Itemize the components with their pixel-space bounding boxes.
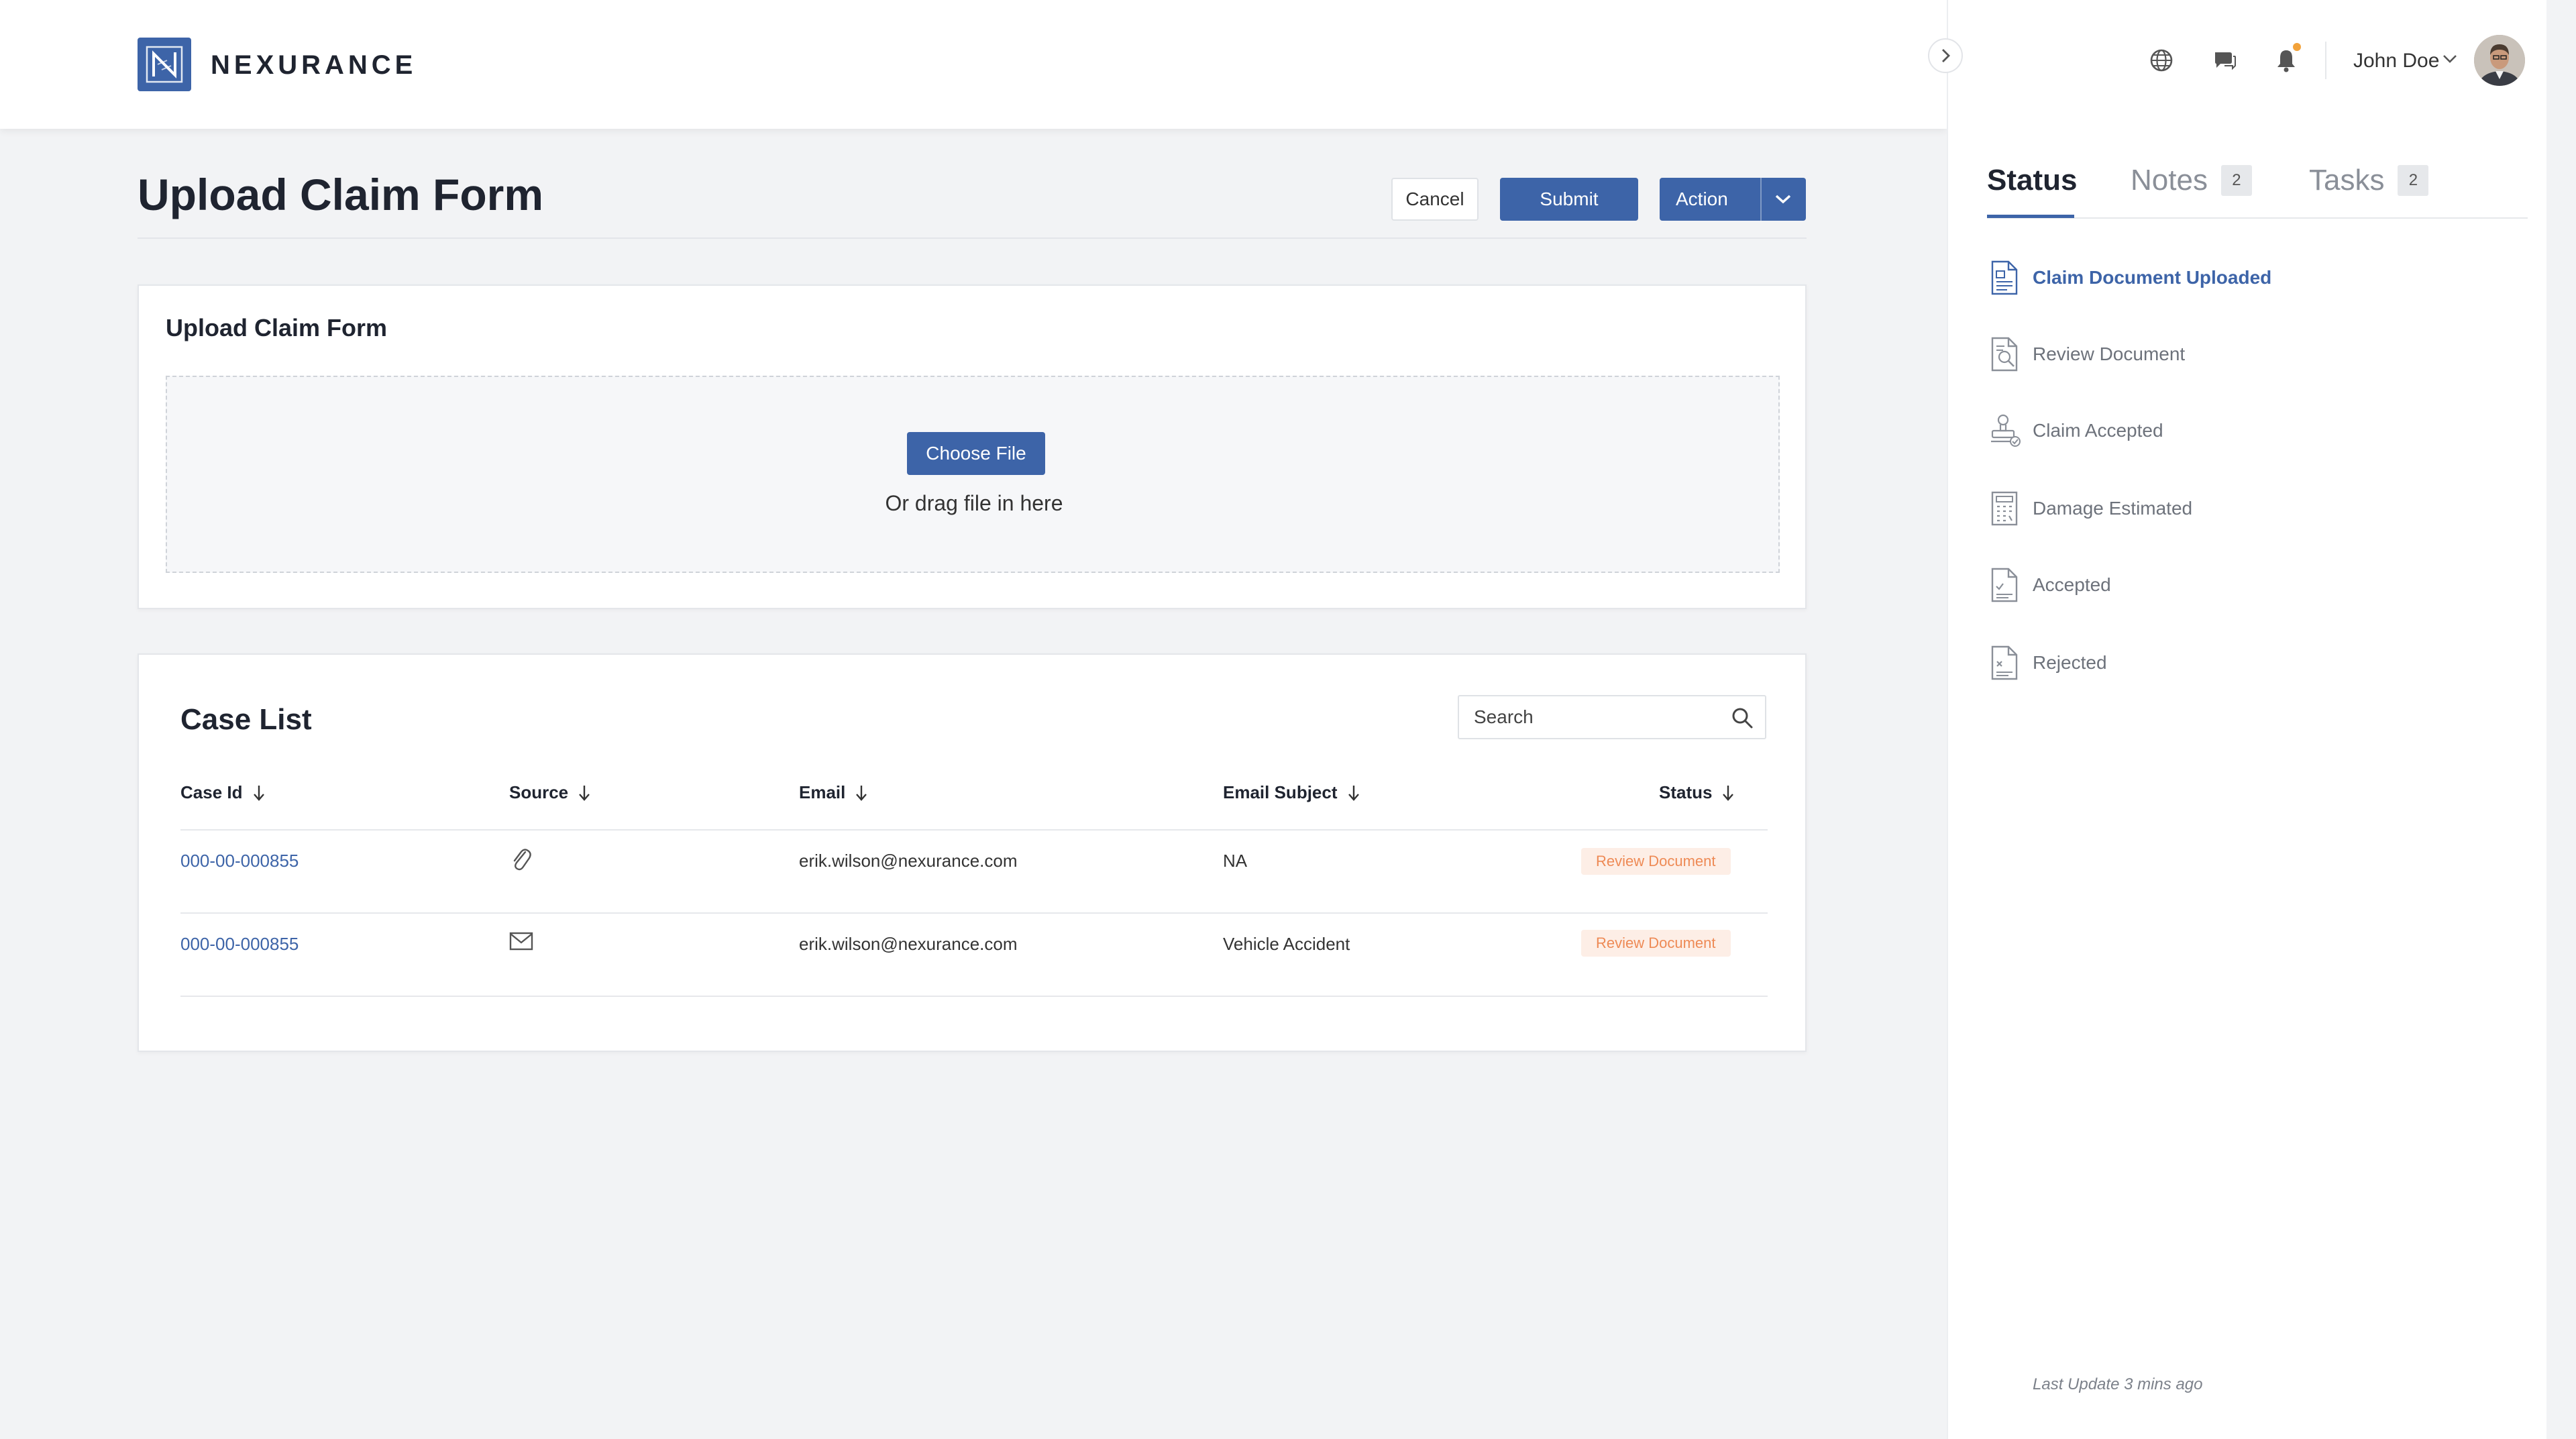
- status-item-claim-accepted[interactable]: Claim Accepted: [1987, 411, 2163, 451]
- table-header-divider: [180, 829, 1768, 831]
- sort-arrow-icon[interactable]: [252, 784, 266, 802]
- sort-arrow-icon[interactable]: [1721, 784, 1735, 802]
- document-review-icon: [1991, 337, 2018, 372]
- status-badge: Review Document: [1581, 848, 1731, 875]
- document-x-icon: [1991, 645, 2018, 680]
- column-header-email-subject[interactable]: Email Subject: [1223, 782, 1360, 803]
- chat-icon[interactable]: [2211, 47, 2238, 74]
- action-button[interactable]: Action: [1660, 178, 1806, 221]
- active-tab-indicator: [1987, 215, 2074, 218]
- calculator-icon: [1991, 491, 2018, 526]
- sort-arrow-icon[interactable]: [1347, 784, 1360, 802]
- user-name[interactable]: John Doe: [2353, 50, 2439, 72]
- stamp-icon: [1991, 414, 2021, 447]
- subject-cell: Vehicle Accident: [1223, 934, 1350, 954]
- last-update-text: Last Update 3 mins ago: [2033, 1375, 2203, 1393]
- status-item-damage-estimated[interactable]: Damage Estimated: [1987, 488, 2192, 529]
- top-bar: NEXURANCE: [0, 0, 1947, 129]
- notification-dot: [2293, 43, 2301, 51]
- document-upload-icon: [1991, 260, 2018, 295]
- drag-hint: Or drag file in here: [885, 491, 1063, 515]
- action-button-label: Action: [1676, 189, 1728, 209]
- status-badge: Review Document: [1581, 930, 1731, 957]
- chevron-down-icon[interactable]: [2442, 54, 2458, 64]
- globe-icon[interactable]: [2148, 47, 2175, 74]
- avatar[interactable]: [2474, 35, 2525, 86]
- case-id-link[interactable]: 000-00-000855: [180, 934, 299, 955]
- sort-arrow-icon[interactable]: [578, 784, 591, 802]
- envelope-icon: [509, 931, 533, 956]
- chevron-right-icon: [1942, 49, 1950, 62]
- subject-cell: NA: [1223, 851, 1248, 871]
- tab-status[interactable]: Status: [1987, 164, 2077, 197]
- row-divider: [180, 996, 1768, 997]
- search-input[interactable]: [1459, 696, 1727, 738]
- sort-arrow-icon[interactable]: [855, 784, 868, 802]
- collapse-panel-button[interactable]: [1928, 38, 1963, 73]
- tasks-count-badge: 2: [2398, 165, 2429, 196]
- status-item-review-document[interactable]: Review Document: [1987, 334, 2185, 374]
- tab-tasks[interactable]: Tasks 2: [2309, 164, 2429, 197]
- cancel-button[interactable]: Cancel: [1391, 178, 1479, 221]
- column-header-source[interactable]: Source: [509, 782, 591, 803]
- header-divider: [138, 237, 1807, 239]
- status-item-rejected[interactable]: Rejected: [1987, 643, 2107, 683]
- column-header-case-id[interactable]: Case Id: [180, 782, 266, 803]
- column-header-email[interactable]: Email: [799, 782, 868, 803]
- document-check-icon: [1991, 568, 2018, 602]
- chevron-down-icon[interactable]: [1760, 178, 1806, 221]
- choose-file-button[interactable]: Choose File: [907, 432, 1045, 475]
- case-list-card: Case List Case Id Source Email Email Sub…: [138, 653, 1807, 1052]
- file-dropzone[interactable]: Choose File Or drag file in here: [166, 376, 1780, 573]
- case-id-link[interactable]: 000-00-000855: [180, 851, 299, 871]
- logo-icon: [138, 38, 191, 91]
- email-cell: erik.wilson@nexurance.com: [799, 851, 1018, 871]
- notes-count-badge: 2: [2220, 165, 2252, 196]
- upload-card: Upload Claim Form Choose File Or drag fi…: [138, 284, 1807, 609]
- brand-name: NEXURANCE: [211, 50, 417, 80]
- bell-icon[interactable]: [2273, 47, 2300, 74]
- main-area: NEXURANCE Upload Claim Form Cancel Submi…: [0, 0, 1947, 1439]
- tab-notes[interactable]: Notes 2: [2131, 164, 2252, 197]
- status-item-accepted[interactable]: Accepted: [1987, 565, 2111, 605]
- paperclip-icon: [509, 845, 532, 877]
- email-cell: erik.wilson@nexurance.com: [799, 934, 1018, 954]
- submit-button[interactable]: Submit: [1500, 178, 1638, 221]
- page-edge: [2546, 0, 2576, 1439]
- search-icon[interactable]: [1730, 706, 1754, 730]
- page-title: Upload Claim Form: [138, 170, 544, 219]
- topbar-divider: [2325, 42, 2326, 79]
- search-box[interactable]: [1458, 695, 1766, 739]
- row-divider: [180, 912, 1768, 914]
- case-list-title: Case List: [180, 703, 312, 736]
- column-header-status[interactable]: Status: [1659, 782, 1735, 803]
- upload-card-title: Upload Claim Form: [166, 314, 388, 341]
- status-item-claim-document-uploaded[interactable]: Claim Document Uploaded: [1987, 258, 2271, 298]
